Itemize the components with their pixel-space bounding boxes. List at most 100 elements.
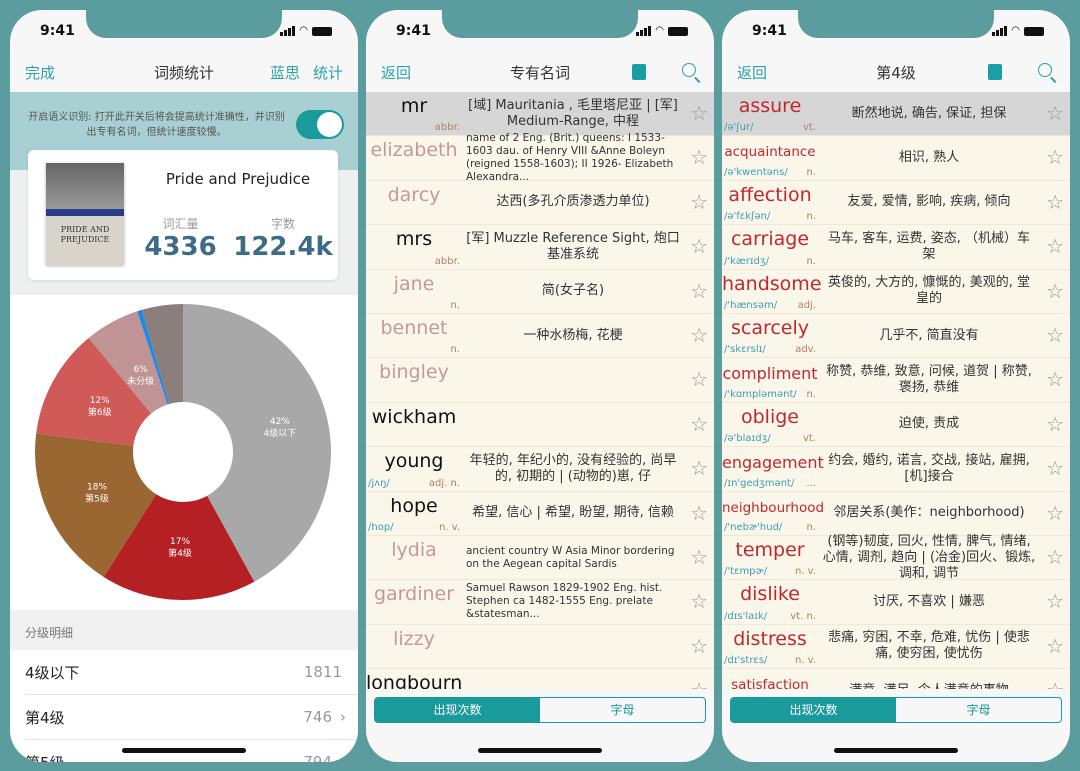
word-row[interactable]: acquaintance/ə'kwentəns/n. 相识, 熟人 ☆: [722, 136, 1070, 181]
part-of-speech: ...: [806, 477, 816, 489]
star-icon[interactable]: ☆: [690, 680, 708, 689]
word-row[interactable]: assure/ə'ʃur/vt. 断然地说, 确告, 保证, 担保 ☆: [722, 92, 1070, 137]
word-row[interactable]: longbourn ☆: [366, 669, 714, 689]
search-icon[interactable]: [1038, 63, 1052, 77]
word-row[interactable]: affection/ə'fɛkʃən/n. 友爱, 爱情, 影响, 疾病, 倾向 ☆: [722, 181, 1070, 226]
word-row[interactable]: wickham ☆: [366, 403, 714, 448]
word-row[interactable]: distress/dɪ'strɛs/n. v. 悲痛, 穷困, 不幸, 危难, 忧…: [722, 625, 1070, 670]
part-of-speech: vt.: [802, 433, 816, 445]
star-icon[interactable]: ☆: [690, 369, 708, 389]
word-row[interactable]: handsome/'hænsəm/adj. 英俊的, 大方的, 慷慨的, 美观的,…: [722, 270, 1070, 314]
word-row[interactable]: jane n. 简(女子名) ☆: [366, 270, 714, 314]
word-row[interactable]: temper/'tɛmpɚ/n. v. (钢等)韧度, 回火, 性情, 脾气, 情…: [722, 533, 1070, 581]
sort-alphabetical[interactable]: 字母: [896, 698, 1061, 722]
definition: [域] Mauritania , 毛里塔尼亚 | [军] Medium-Rang…: [468, 97, 678, 129]
level-row[interactable]: 第4级 › 746: [10, 695, 358, 740]
vocab-stat: 词汇量 4336: [144, 217, 217, 262]
star-icon[interactable]: ☆: [690, 414, 708, 434]
semantic-toggle[interactable]: [296, 110, 344, 139]
star-icon[interactable]: ☆: [690, 591, 708, 611]
star-icon[interactable]: ☆: [1046, 591, 1064, 611]
pie-svg: 42%4级以下 17%第4级 18%第5级 12%第6级 6%未分级: [34, 304, 332, 600]
share-icon[interactable]: [988, 64, 1002, 80]
word-row[interactable]: young/jʌŋ/adj. n. 年轻的, 年纪小的, 没有经验的, 尚早的, …: [366, 447, 714, 492]
part-of-speech: abbr.: [434, 122, 460, 134]
definition: ancient country W Asia Minor bordering o…: [466, 544, 675, 570]
word-list[interactable]: assure/ə'ʃur/vt. 断然地说, 确告, 保证, 担保 ☆ acquain…: [722, 92, 1070, 689]
star-icon[interactable]: ☆: [1046, 369, 1064, 389]
wifi-icon: ◠: [655, 25, 664, 36]
star-icon[interactable]: ☆: [1046, 103, 1064, 123]
star-icon[interactable]: ☆: [1046, 147, 1064, 167]
sort-by-frequency[interactable]: 出现次数: [731, 698, 896, 722]
word-row[interactable]: elizabeth name of 2 Eng. (Brit.) queens: …: [366, 132, 714, 183]
star-icon[interactable]: ☆: [690, 281, 708, 301]
word-row[interactable]: bennet n. 一种水杨梅, 花梗 ☆: [366, 314, 714, 359]
part-of-speech: n. v.: [794, 655, 816, 667]
word-text: neighbourhood: [722, 499, 825, 516]
word-text: elizabeth: [370, 139, 458, 162]
word-row[interactable]: darcy 达西(多孔介质渗透力单位) ☆: [366, 181, 714, 226]
word-row[interactable]: lizzy ☆: [366, 625, 714, 670]
word-row[interactable]: compliment/'kɑmpləmənt/n. 称赞, 恭维, 致意, 问候,…: [722, 358, 1070, 403]
definition: (钢等)韧度, 回火, 性情, 脾气, 情绪, 心情, 调剂, 趋向 | (冶金…: [822, 533, 1036, 581]
word-text: dislike: [740, 583, 800, 606]
stats-button[interactable]: 统计: [313, 62, 343, 83]
word-row[interactable]: lydia ancient country W Asia Minor border…: [366, 536, 714, 581]
definition: 年轻的, 年纪小的, 没有经验的, 尚早的, 初期的 | (动物的)崽, 仔: [469, 452, 677, 484]
word-row[interactable]: scarcely/'skɛrslɪ/adv. 几乎不, 简直没有 ☆: [722, 314, 1070, 359]
wifi-icon: ◠: [1011, 25, 1020, 36]
part-of-speech: adj. n.: [428, 477, 460, 489]
star-icon[interactable]: ☆: [1046, 236, 1064, 256]
word-row[interactable]: oblige/ə'blaɪdʒ/vt. 迫使, 责成 ☆: [722, 403, 1070, 448]
word-row[interactable]: mr abbr. [域] Mauritania , 毛里塔尼亚 | [军] Medi…: [366, 92, 714, 137]
word-row[interactable]: satisfaction 满意, 满足, 令人满意的事物 ☆: [722, 669, 1070, 689]
star-icon[interactable]: ☆: [1046, 325, 1064, 345]
star-icon[interactable]: ☆: [1046, 192, 1064, 212]
word-row[interactable]: hope/hop/n. v. 希望, 信心 | 希望, 盼望, 期待, 信赖 ☆: [366, 492, 714, 536]
star-icon[interactable]: ☆: [690, 325, 708, 345]
word-list[interactable]: mr abbr. [域] Mauritania , 毛里塔尼亚 | [军] Medi…: [366, 92, 714, 689]
chevron-right-icon: ›: [340, 708, 346, 726]
star-icon[interactable]: ☆: [690, 636, 708, 656]
lexile-button[interactable]: 蓝思: [270, 62, 300, 83]
star-icon[interactable]: ☆: [690, 147, 708, 167]
word-row[interactable]: engagement/ɪn'gedʒmənt/... 约会, 婚约, 诺言, 交战…: [722, 447, 1070, 492]
star-icon[interactable]: ☆: [690, 103, 708, 123]
star-icon[interactable]: ☆: [690, 458, 708, 478]
definition: 简(女子名): [541, 283, 605, 299]
star-icon[interactable]: ☆: [1046, 458, 1064, 478]
share-icon[interactable]: [632, 64, 646, 80]
star-icon[interactable]: ☆: [1046, 547, 1064, 567]
word-row[interactable]: mrs abbr. [军] Muzzle Reference Sight, 炮口基准…: [366, 225, 714, 270]
star-icon[interactable]: ☆: [690, 236, 708, 256]
star-icon[interactable]: ☆: [690, 192, 708, 212]
star-icon[interactable]: ☆: [1046, 503, 1064, 523]
star-icon[interactable]: ☆: [690, 547, 708, 567]
sort-by-frequency[interactable]: 出现次数: [375, 698, 540, 722]
nav-bar: 返回 第4级: [722, 50, 1070, 92]
word-row[interactable]: dislike/dɪs'laɪk/vt. n. 讨厌, 不喜欢 | 嫌恶 ☆: [722, 580, 1070, 625]
sort-alphabetical[interactable]: 字母: [540, 698, 705, 722]
word-text: lizzy: [393, 627, 435, 650]
star-icon[interactable]: ☆: [1046, 281, 1064, 301]
word-row[interactable]: gardiner Samuel Rawson 1829-1902 Eng. his…: [366, 580, 714, 625]
slice-label: 未分级: [127, 375, 154, 387]
word-row[interactable]: neighbourhood/'nebɚ'hud/n. 邻居关系(美作：neighb…: [722, 492, 1070, 536]
star-icon[interactable]: ☆: [690, 503, 708, 523]
star-icon[interactable]: ☆: [1046, 680, 1064, 689]
star-icon[interactable]: ☆: [1046, 636, 1064, 656]
word-row[interactable]: carriage/'kærɪdʒ/n. 马车, 客车, 运费, 姿态, （机械）车…: [722, 225, 1070, 270]
search-icon[interactable]: [682, 63, 696, 77]
definition: 满意, 满足, 令人满意的事物: [818, 669, 1040, 689]
home-indicator: [122, 748, 246, 753]
word-row[interactable]: bingley ☆: [366, 358, 714, 403]
section-header: 分级明细: [10, 610, 358, 650]
word-text: engagement: [722, 453, 824, 473]
slice-label: 12%: [90, 396, 110, 406]
status-icons: ◠: [636, 25, 688, 36]
star-icon[interactable]: ☆: [1046, 414, 1064, 434]
level-row[interactable]: 4级以下 1811: [10, 650, 358, 695]
sort-segmented-control: 出现次数 字母: [730, 697, 1062, 723]
word-text: distress: [733, 627, 807, 650]
